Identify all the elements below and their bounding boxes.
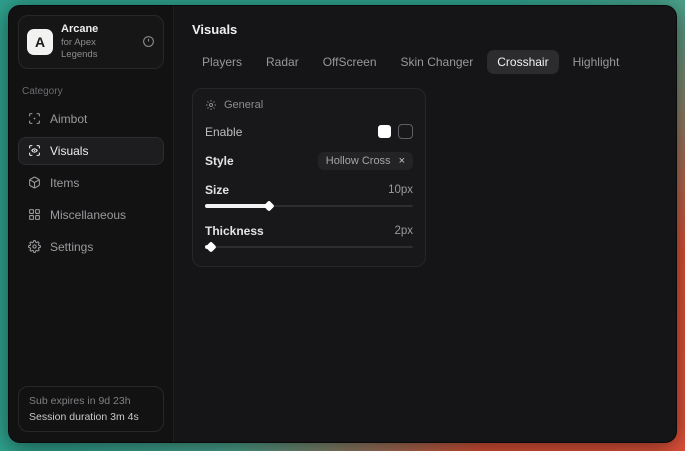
thickness-slider[interactable]: [205, 242, 413, 252]
size-label: Size: [205, 183, 229, 197]
app-subtitle: for Apex Legends: [61, 37, 134, 61]
sub-expires-text: Sub expires in 9d 23h: [29, 395, 153, 407]
power-icon[interactable]: [142, 35, 155, 48]
main-content: Visuals Players Radar OffScreen Skin Cha…: [174, 6, 676, 442]
layout-grid-icon: [27, 208, 41, 221]
enable-label: Enable: [205, 125, 242, 139]
sidebar-item-visuals[interactable]: Visuals: [18, 137, 164, 165]
thickness-row: Thickness 2px: [205, 224, 413, 238]
app-window: A Arcane for Apex Legends Category: [8, 5, 677, 443]
sidebar-item-miscellaneous[interactable]: Miscellaneous: [18, 201, 164, 229]
tab-offscreen[interactable]: OffScreen: [313, 50, 387, 74]
sidebar-item-items[interactable]: Items: [18, 169, 164, 197]
sidebar: A Arcane for Apex Legends Category: [9, 6, 174, 442]
tab-skin-changer[interactable]: Skin Changer: [391, 50, 484, 74]
sidebar-item-label: Miscellaneous: [50, 208, 126, 222]
sidebar-item-label: Items: [50, 176, 79, 190]
crosshair-icon: [27, 112, 41, 125]
gear-icon: [205, 99, 217, 111]
style-selected-value: Hollow Cross: [326, 155, 391, 167]
category-label: Category: [22, 86, 160, 97]
style-label: Style: [205, 154, 234, 168]
sidebar-nav: Aimbot Visuals: [18, 105, 164, 261]
size-value: 10px: [388, 184, 413, 196]
app-logo: A: [27, 29, 53, 55]
tab-highlight[interactable]: Highlight: [563, 50, 630, 74]
style-select[interactable]: Hollow Cross ×: [318, 152, 413, 170]
clear-icon[interactable]: ×: [399, 156, 405, 167]
brand-card: A Arcane for Apex Legends: [18, 15, 164, 69]
thickness-slider-thumb[interactable]: [206, 241, 217, 252]
tab-radar[interactable]: Radar: [256, 50, 309, 74]
size-slider-thumb[interactable]: [264, 200, 275, 211]
sidebar-item-label: Aimbot: [50, 112, 87, 126]
sidebar-item-label: Visuals: [50, 144, 88, 158]
enable-checkbox[interactable]: [398, 124, 413, 139]
package-icon: [27, 176, 41, 189]
enable-row: Enable: [205, 124, 413, 139]
subscription-info-card: Sub expires in 9d 23h Session duration 3…: [18, 386, 164, 432]
size-row: Size 10px: [205, 183, 413, 197]
app-title: Arcane: [61, 23, 134, 37]
thickness-label: Thickness: [205, 224, 264, 238]
thickness-value: 2px: [394, 225, 413, 237]
eye-scan-icon: [27, 144, 41, 157]
tab-players[interactable]: Players: [192, 50, 252, 74]
gear-icon: [27, 240, 41, 253]
tab-bar: Players Radar OffScreen Skin Changer Cro…: [192, 50, 658, 74]
sidebar-item-aimbot[interactable]: Aimbot: [18, 105, 164, 133]
sidebar-item-label: Settings: [50, 240, 93, 254]
page-title: Visuals: [192, 22, 658, 37]
tab-crosshair[interactable]: Crosshair: [487, 50, 558, 74]
size-slider[interactable]: [205, 201, 413, 211]
style-row: Style Hollow Cross ×: [205, 152, 413, 170]
session-duration-text: Session duration 3m 4s: [29, 411, 153, 423]
sidebar-item-settings[interactable]: Settings: [18, 233, 164, 261]
panel-title: General: [224, 99, 263, 111]
general-panel: General Enable Style Hollow Cross × Size…: [192, 88, 426, 267]
color-swatch[interactable]: [378, 125, 391, 138]
